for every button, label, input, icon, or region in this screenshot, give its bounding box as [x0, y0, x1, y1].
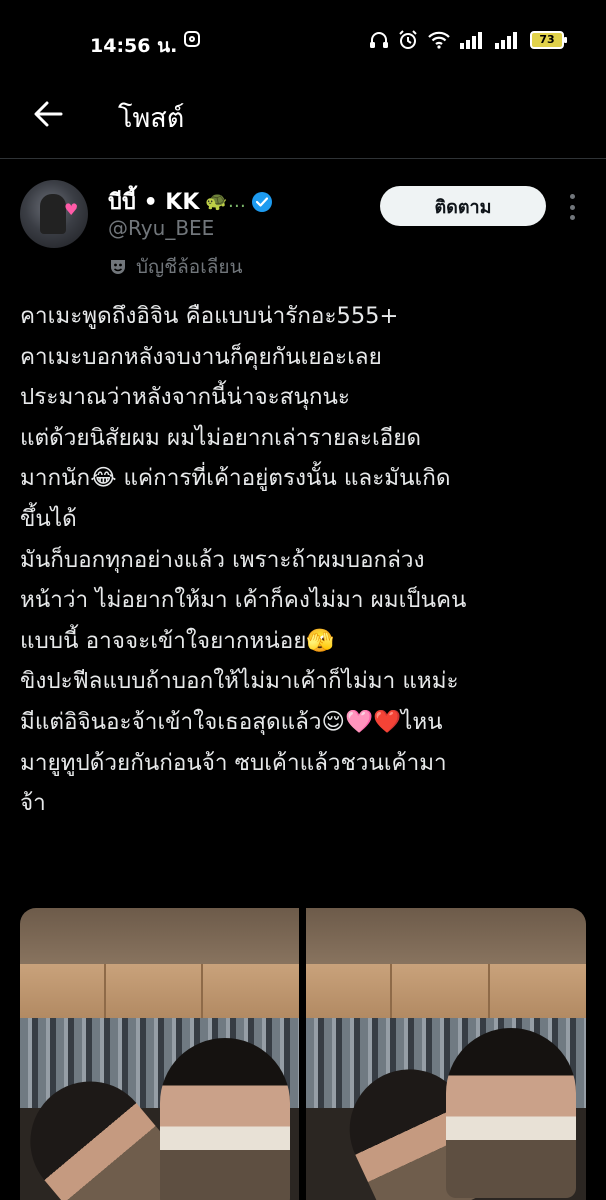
- tweet-text: คาเมะพูดถึงอิจิน คือแบบน่ารักอะ555+ คาเม…: [20, 296, 590, 824]
- tweet-line: มายูทูปด้วยกันก่อนจ้า ซบเค้าแล้วชวนเค้าม…: [20, 749, 447, 776]
- author-handle[interactable]: @Ryu_BEE: [108, 216, 214, 240]
- heart-sticker-icon: ♥: [64, 200, 79, 219]
- status-bar: 14:56 น. 73: [0, 0, 606, 80]
- parody-account-label: บัญชีล้อเลียน: [108, 252, 242, 282]
- top-app-bar: โพสต์: [0, 80, 606, 159]
- more-dot-icon: [569, 194, 575, 199]
- tweet-line: แบบนี้ อาจจะเข้าใจยากหน่อย🫣: [20, 627, 335, 654]
- alarm-icon: [399, 30, 417, 49]
- signal-icon-1: [460, 32, 482, 49]
- tweet-media: [20, 908, 586, 1200]
- tweet-line: แต่ด้วยนิสัยผม ผมไม่อยากเล่ารายละเอียด: [20, 424, 422, 451]
- tweet-line: หน้าว่า ไม่อยากให้มา เค้าก็คงไม่มา ผมเป็…: [20, 587, 467, 614]
- status-time: 14:56 น.: [90, 35, 178, 57]
- tweet-line: คาเมะบอกหลังจบงานก็คุยกันเยอะเลย: [20, 343, 382, 370]
- status-icons: 73: [369, 29, 567, 51]
- instagram-notification-icon: [184, 31, 200, 47]
- tweet-line: ประมาณว่าหลังจากนี้น่าจะสนุกนะ: [20, 384, 350, 411]
- tweet-line: คาเมะพูดถึงอิจิน คือแบบน่ารักอะ555+: [20, 303, 399, 329]
- tweet-line: มันก็บอกทุกอย่างแล้ว เพราะถ้าผมบอกล่วง: [20, 546, 425, 573]
- author-display-name[interactable]: บีบี้ • KK: [108, 184, 199, 219]
- follow-button[interactable]: ติดตาม: [380, 186, 546, 226]
- avatar[interactable]: ♥: [20, 180, 88, 248]
- arrow-left-icon: [34, 101, 63, 127]
- more-options-button[interactable]: [562, 192, 582, 222]
- parody-label-text: บัญชีล้อเลียน: [136, 256, 243, 278]
- headphones-icon: [370, 32, 388, 48]
- tweet-line: ขึ้นได้: [20, 505, 77, 532]
- verified-badge-icon: [251, 191, 272, 212]
- tweet-photo-2[interactable]: [306, 908, 586, 1200]
- tweet-line: ขิงปะฟีลแบบถ้าบอกให้ไม่มาเค้าก็ไม่มา แหม…: [20, 668, 459, 695]
- tweet-line: มีแต่อิจินอะจ้าเข้าใจเธอสุดแล้ว😌🩷❤️ไหน: [20, 708, 443, 735]
- theater-mask-icon: [111, 260, 125, 274]
- tweet-photo-1[interactable]: [20, 908, 299, 1200]
- tweet-line: มากนัก😂 แค่การที่เค้าอยู่ตรงนั้น และมันเ…: [20, 465, 451, 492]
- signal-icon-2: [495, 32, 517, 49]
- tweet-line: จ้า: [20, 790, 46, 817]
- back-button[interactable]: [28, 94, 68, 134]
- turtle-emoji: 🐢…: [205, 191, 246, 212]
- author-name-row[interactable]: บีบี้ • KK 🐢…: [108, 184, 272, 219]
- wifi-icon: [428, 31, 450, 49]
- page-title: โพสต์: [118, 103, 185, 134]
- battery-icon: 73: [530, 31, 567, 49]
